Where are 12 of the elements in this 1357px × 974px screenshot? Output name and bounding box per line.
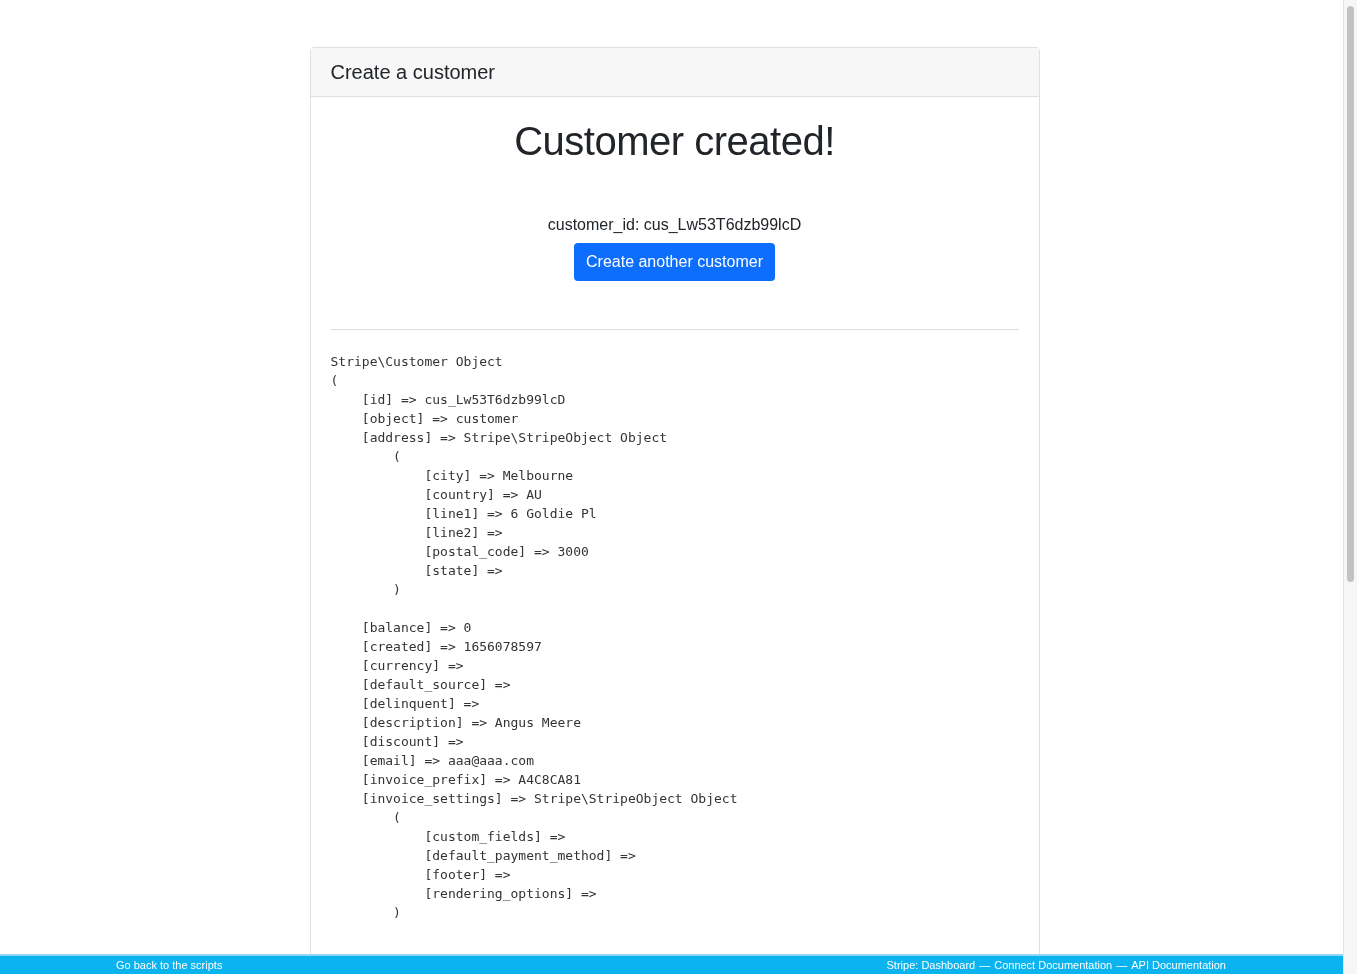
scrollbar[interactable] <box>1343 0 1357 974</box>
create-another-customer-button[interactable]: Create another customer <box>574 243 775 281</box>
back-link[interactable]: Go back to the scripts <box>116 959 223 971</box>
separator: — <box>1116 959 1128 971</box>
customer-id-text: customer_id: cus_Lw53T6dzb99lcD <box>547 216 802 234</box>
success-heading: Customer created! <box>514 119 835 164</box>
customer-object-dump: Stripe\Customer Object ( [id] => cus_Lw53T6dzb99lcD [object] => customer [address] => Stripe\StripeObject Object ( [city] => Melbourne [country] => AU [line1] => 6 Goldie Pl [line2] => [postal_code] => 3000 [state] => ) [balance] => 0 [created] => 1656078597 [currency] => [default_source] => [delinquent] => [description] => Angus Meere [discount] => [email] => aaa@aaa.com [invoice_prefix] => A4C8CA81 [invoice_settings] => Stripe\StripeObject Object ( [custom_fields] => [default_payment_method] => [footer] => [rendering_options] => ) <box>330 353 739 922</box>
separator: — <box>979 959 991 971</box>
footer-link[interactable]: API Documentation <box>1131 959 1226 971</box>
footer-link[interactable]: Connect Documentation <box>994 959 1113 971</box>
footer-link[interactable]: Stripe: Dashboard <box>886 959 976 971</box>
card-header-title: Create a customer <box>330 60 495 84</box>
